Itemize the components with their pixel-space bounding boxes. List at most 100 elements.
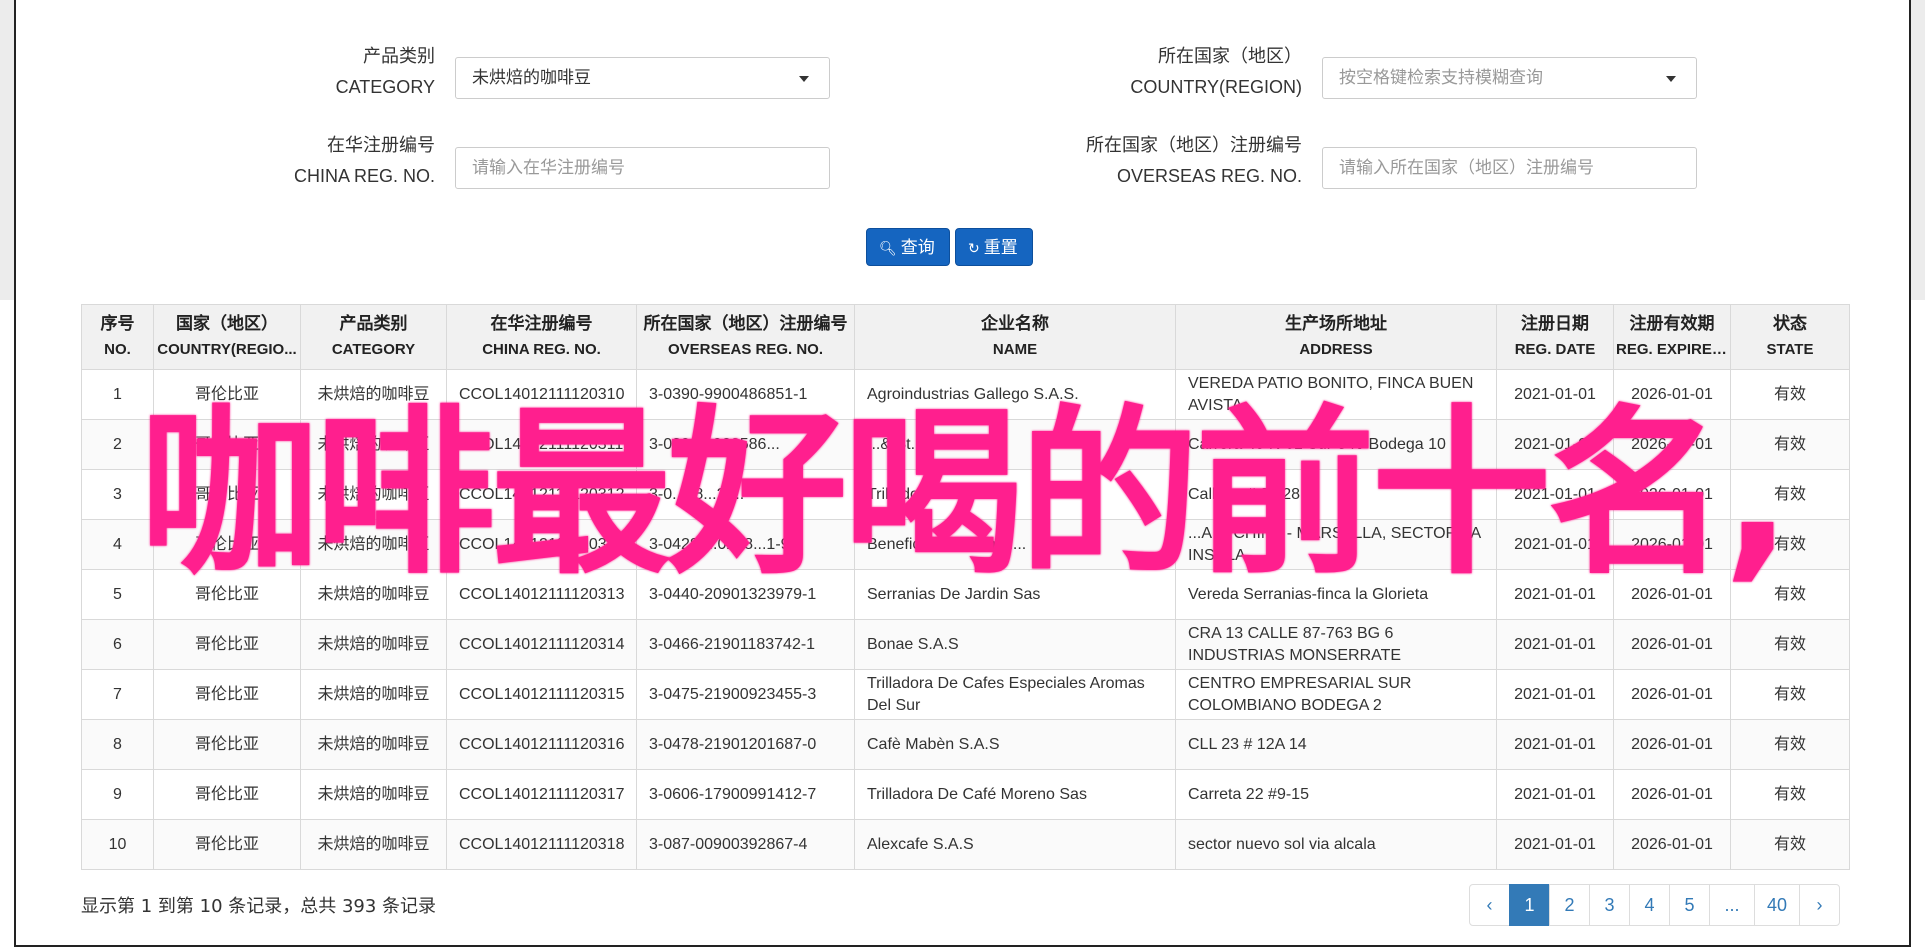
table-cell: ...A ... CHINA - MARSELLA, SECTOR LA INS… xyxy=(1175,519,1497,570)
right-scrollbar[interactable] xyxy=(1911,0,1925,300)
table-row: 8 哥伦比亚 未烘焙的咖啡豆 CCOL14012111120316 3-0478-219… xyxy=(81,719,1850,770)
page-button[interactable]: 1 xyxy=(1509,884,1550,926)
table-cell: 哥伦比亚 xyxy=(153,419,301,470)
column-header-cn: 注册有效期 xyxy=(1629,314,1715,334)
reset-button[interactable]: ↻ 重置 xyxy=(955,228,1033,266)
table-cell: 哥伦比亚 xyxy=(153,519,301,570)
table-cell: 哥伦比亚 xyxy=(153,369,301,420)
table-cell: 4 xyxy=(81,519,154,570)
table-row: 5 哥伦比亚 未烘焙的咖啡豆 CCOL14012111120313 3-0440-209… xyxy=(81,569,1850,620)
column-header-cn: 产品类别 xyxy=(339,314,408,334)
search-icon: 🔍︎ xyxy=(879,241,897,257)
table-cell: Cafè Mabèn S.A.S xyxy=(854,719,1176,770)
country-label-cn: 所在国家（地区） xyxy=(1158,46,1302,67)
next-page-button[interactable]: › xyxy=(1799,884,1840,926)
chevron-down-icon xyxy=(799,76,809,82)
table-body: 1 哥伦比亚 未烘焙的咖啡豆 CCOL14012111120310 3-0390-990… xyxy=(81,369,1850,870)
column-header: 企业名称 NAME xyxy=(854,304,1176,370)
country-select[interactable]: 按空格键检索支持模糊查询 xyxy=(1322,57,1697,99)
table-cell: 3 xyxy=(81,469,154,520)
table-cell: 2021-01-01 xyxy=(1496,419,1614,470)
column-header-cn: 企业名称 xyxy=(981,314,1049,334)
table-cell: 3-0392-1900586... xyxy=(636,419,855,470)
results-table: 序号 NO. 国家（地区） COUNTRY(REGIO... 产品类别 CATEGORY 在… xyxy=(81,304,1850,870)
overseas-reg-input[interactable]: 请输入所在国家（地区）注册编号 xyxy=(1322,147,1697,189)
table-cell: Calle ... # 8...28 xyxy=(1175,469,1497,520)
table-cell: 未烘焙的咖啡豆 xyxy=(300,719,447,770)
table-cell: CLL 23 # 12A 14 xyxy=(1175,719,1497,770)
table-cell: CCOL14012111120311 xyxy=(446,419,637,470)
table-cell: 未烘焙的咖啡豆 xyxy=(300,569,447,620)
country-select-placeholder: 按空格键检索支持模糊查询 xyxy=(1339,68,1543,88)
table-cell: 有效 xyxy=(1730,369,1850,420)
column-header-en: NAME xyxy=(992,341,1038,358)
page-button[interactable]: 3 xyxy=(1589,884,1630,926)
page-button[interactable]: 5 xyxy=(1669,884,1710,926)
table-cell: 哥伦比亚 xyxy=(153,569,301,620)
table-cell: 3-0478-21901201687-0 xyxy=(636,719,855,770)
table-cell: 2021-01-01 xyxy=(1496,469,1614,520)
table-cell: 2026-01-01 xyxy=(1613,669,1731,720)
table-cell: 3-0428-...0298...1-9 xyxy=(636,519,855,570)
table-cell: 3-0390-9900486851-1 xyxy=(636,369,855,420)
category-label-en: CATEGORY xyxy=(335,77,435,97)
china-reg-placeholder: 请输入在华注册编号 xyxy=(472,158,625,178)
table-cell: 哥伦比亚 xyxy=(153,769,301,820)
column-header: 产品类别 CATEGORY xyxy=(300,304,447,370)
table-cell: 3-0...48...2-... xyxy=(636,469,855,520)
column-header-en: STATE xyxy=(1766,341,1814,358)
records-summary: 显示第 1 到第 10 条记录，总共 393 条记录 xyxy=(81,896,437,917)
chevron-down-icon xyxy=(1666,76,1676,82)
table-row: 1 哥伦比亚 未烘焙的咖啡豆 CCOL14012111120310 3-0390-990… xyxy=(81,369,1850,420)
table-cell: 2 xyxy=(81,419,154,470)
table-cell: Bonae S.A.S xyxy=(854,619,1176,670)
search-button[interactable]: 🔍︎ 查询 xyxy=(866,228,950,266)
table-cell: CRA 13 CALLE 87-763 BG 6 INDUSTRIAS MONS… xyxy=(1175,619,1497,670)
column-header-en: ADDRESS xyxy=(1299,341,1373,358)
table-cell: 哥伦比亚 xyxy=(153,469,301,520)
pagination: ‹ 1 2 3 4 5... 40 › xyxy=(1469,884,1840,928)
category-select-value: 未烘焙的咖啡豆 xyxy=(472,68,591,88)
table-cell: 2026-01-01 xyxy=(1613,719,1731,770)
table-cell: 有效 xyxy=(1730,519,1850,570)
table-cell: 有效 xyxy=(1730,769,1850,820)
column-header-en: COUNTRY(REGIO... xyxy=(157,341,297,358)
table-row: 2 哥伦比亚 未烘焙的咖啡豆 CCOL14012111120311 3-0392-190… xyxy=(81,419,1850,470)
table-cell: Serranias De Jardin Sas xyxy=(854,569,1176,620)
table-cell: 未烘焙的咖啡豆 xyxy=(300,819,447,870)
table-cell: 未烘焙的咖啡豆 xyxy=(300,769,447,820)
column-header-cn: 所在国家（地区）注册编号 xyxy=(643,314,848,334)
table-cell: 2026-01-01 xyxy=(1613,469,1731,520)
page-button[interactable]: 4 xyxy=(1629,884,1670,926)
overseas-reg-placeholder: 请输入所在国家（地区）注册编号 xyxy=(1339,158,1594,178)
table-cell: 2026-01-01 xyxy=(1613,619,1731,670)
table-cell: CCOL14012111120318 xyxy=(446,819,637,870)
country-label-en: COUNTRY(REGION) xyxy=(1130,77,1302,97)
table-cell: 5 xyxy=(81,569,154,620)
china-reg-input[interactable]: 请输入在华注册编号 xyxy=(455,147,830,189)
table-cell: 2026-01-01 xyxy=(1613,569,1731,620)
table-cell: CCOL14012111120316 xyxy=(446,719,637,770)
table-cell: 有效 xyxy=(1730,719,1850,770)
column-header-cn: 生产场所地址 xyxy=(1285,314,1387,334)
category-select[interactable]: 未烘焙的咖啡豆 xyxy=(455,57,830,99)
table-cell: 2021-01-01 xyxy=(1496,769,1614,820)
table-cell: 2026-01-01 xyxy=(1613,769,1731,820)
table-cell: 有效 xyxy=(1730,819,1850,870)
column-header-en: OVERSEAS REG. NO. xyxy=(667,341,824,358)
table-cell: VEREDA PATIO BONITO, FINCA BUEN AVISTA xyxy=(1175,369,1497,420)
column-header-en: REG. EXPIRE ... xyxy=(1616,341,1728,358)
table-cell: 3-0466-21901183742-1 xyxy=(636,619,855,670)
table-cell: 2021-01-01 xyxy=(1496,369,1614,420)
page-button[interactable]: ... xyxy=(1709,884,1755,926)
column-header-en: CHINA REG. NO. xyxy=(482,341,601,358)
column-header-en: REG. DATE xyxy=(1514,341,1596,358)
table-row: 9 哥伦比亚 未烘焙的咖啡豆 CCOL14012111120317 3-0606-179… xyxy=(81,769,1850,820)
column-header-en: NO. xyxy=(104,341,131,358)
page-button[interactable]: 40 xyxy=(1754,884,1800,926)
left-scrollbar[interactable] xyxy=(0,0,14,300)
page-button[interactable]: 2 xyxy=(1549,884,1590,926)
prev-page-button[interactable]: ‹ xyxy=(1469,884,1510,926)
column-header-cn: 在华注册编号 xyxy=(490,314,593,334)
table-cell: 8 xyxy=(81,719,154,770)
